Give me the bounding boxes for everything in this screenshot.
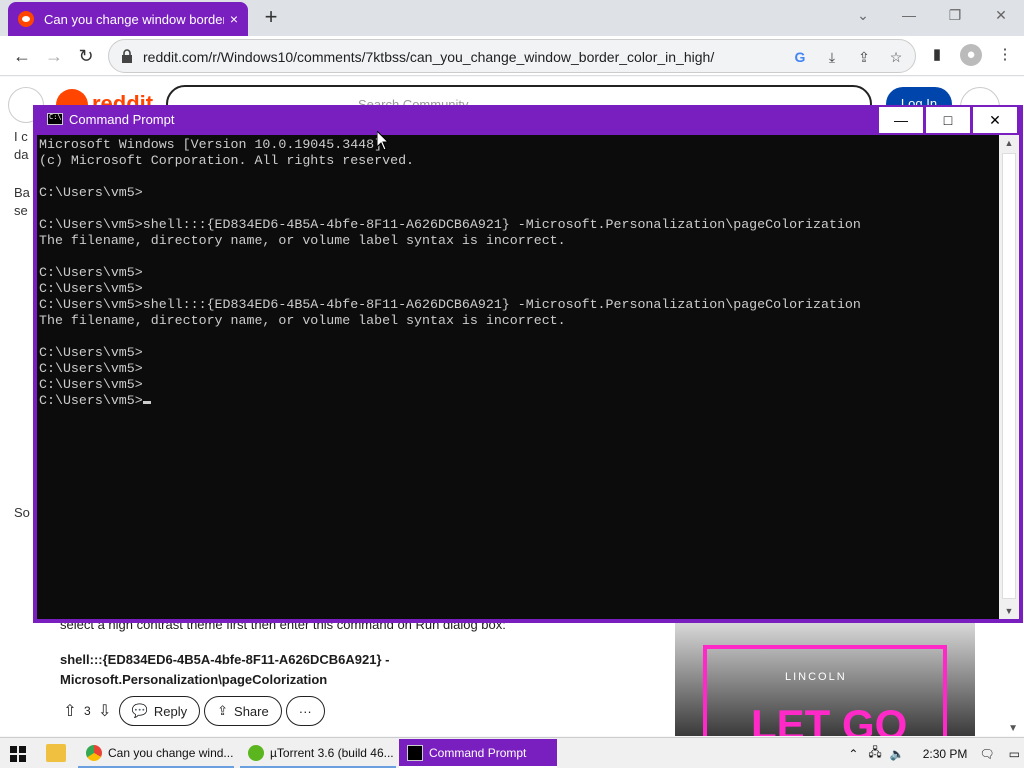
cmd-icon	[47, 113, 63, 125]
address-bar[interactable]: reddit.com/r/Windows10/comments/7ktbss/c…	[108, 39, 916, 73]
console-line: Microsoft Windows [Version 10.0.19045.34…	[39, 137, 383, 152]
console-line: C:\Users\vm5>	[39, 281, 143, 296]
share-icon[interactable]: ⇪	[853, 46, 875, 68]
restore-icon[interactable]: ❐	[932, 0, 978, 32]
back-arrow-icon[interactable]: ←	[10, 44, 34, 68]
install-app-icon[interactable]: ⤓	[821, 46, 843, 68]
clock[interactable]: 2:30 PM	[923, 747, 968, 761]
console-line: C:\Users\vm5>	[39, 361, 143, 376]
cmd-title-bar[interactable]: Command Prompt — □ ✕	[33, 105, 1023, 135]
console-line: The filename, directory name, or volume …	[39, 233, 566, 248]
console-text: Microsoft Windows [Version 10.0.19045.34…	[39, 137, 861, 409]
left-text-fragment: se	[14, 203, 28, 218]
minimize-icon[interactable]: —	[886, 0, 932, 32]
url-text: reddit.com/r/Windows10/comments/7ktbss/c…	[143, 49, 715, 65]
console-scrollbar[interactable]: ▲ ▼	[999, 135, 1019, 619]
maximize-button[interactable]: □	[926, 107, 970, 133]
profile-avatar-icon[interactable]: ●	[960, 44, 982, 66]
tab-close-icon[interactable]: ×	[230, 11, 238, 27]
show-desktop-icon[interactable]: ▭	[1009, 747, 1020, 761]
left-text-fragment: So	[14, 505, 30, 520]
taskbar: Can you change wind... µTorrent 3.6 (bui…	[0, 737, 1024, 768]
tab-title: Can you change window border color in hi…	[44, 11, 224, 27]
console-line: C:\Users\vm5>	[39, 265, 143, 280]
page-scroll-down-icon[interactable]: ▼	[1008, 723, 1018, 734]
comment: select a high contrast theme first then …	[60, 617, 660, 726]
file-explorer-icon[interactable]	[46, 744, 66, 762]
tab-strip: Can you change window border color in hi…	[0, 0, 1024, 36]
system-tray: ⌃ 🖧 🔈 2:30 PM 🗨 ▭	[848, 738, 1024, 768]
cmd-icon	[407, 744, 423, 761]
side-panel-icon[interactable]: ▮	[926, 44, 948, 66]
scroll-up-icon[interactable]: ▲	[999, 135, 1019, 151]
console-line: The filename, directory name, or volume …	[39, 313, 566, 328]
vote-count: 3	[84, 704, 91, 718]
close-button[interactable]: ✕	[973, 107, 1017, 133]
bookmark-star-icon[interactable]: ☆	[885, 46, 907, 68]
reload-icon[interactable]: ↻	[74, 44, 98, 68]
more-button[interactable]: ···	[285, 696, 325, 726]
taskbar-item-label: µTorrent 3.6 (build 46...	[270, 745, 394, 760]
taskbar-item-label: Command Prompt	[429, 745, 527, 760]
reddit-favicon-icon	[18, 11, 34, 27]
share-label: Share	[234, 703, 269, 719]
reply-label: Reply	[153, 703, 188, 719]
console-line: (c) Microsoft Corporation. All rights re…	[39, 153, 415, 168]
forward-arrow-icon[interactable]: →	[42, 44, 66, 68]
lock-icon	[122, 49, 132, 63]
console-line: C:\Users\vm5>	[39, 393, 143, 408]
reply-icon: 💬	[131, 703, 148, 718]
notifications-icon[interactable]: 🗨	[979, 747, 994, 761]
share-button[interactable]: ⇪ Share	[204, 696, 282, 726]
utorrent-icon	[248, 744, 264, 761]
mouse-pointer-icon	[377, 131, 389, 151]
network-icon[interactable]: 🖧	[868, 743, 881, 764]
chrome-menu-icon[interactable]: ⋮	[994, 44, 1016, 66]
text-cursor	[142, 401, 151, 404]
minimize-button[interactable]: —	[879, 107, 923, 133]
upvote-icon[interactable]: ⇧	[60, 701, 80, 721]
share-icon: ⇪	[217, 703, 229, 718]
taskbar-item-cmd[interactable]: Command Prompt	[399, 739, 557, 768]
downvote-icon[interactable]: ⇩	[95, 701, 115, 721]
taskbar-item-utorrent[interactable]: µTorrent 3.6 (build 46...	[240, 739, 396, 768]
cmd-title: Command Prompt	[69, 112, 175, 127]
new-tab-button[interactable]: +	[260, 4, 282, 30]
comment-actions: ⇧ 3 ⇩ 💬 Reply ⇪ Share ···	[60, 696, 660, 726]
left-text-fragment: da	[14, 147, 29, 162]
google-lens-icon[interactable]: G	[789, 46, 811, 68]
scroll-down-icon[interactable]: ▼	[999, 603, 1019, 619]
volume-muted-icon[interactable]: 🔈	[890, 747, 905, 761]
taskbar-item-chrome[interactable]: Can you change wind...	[78, 739, 234, 768]
console-line: C:\Users\vm5>	[39, 377, 143, 392]
tab-search-icon[interactable]: ⌄	[840, 0, 886, 32]
command-prompt-window: Command Prompt — □ ✕ Microsoft Windows […	[33, 105, 1023, 623]
console-line: C:\Users\vm5>shell:::{ED834ED6-4B5A-4bfe…	[39, 217, 861, 232]
reply-button[interactable]: 💬 Reply	[118, 696, 201, 726]
console-line: C:\Users\vm5>	[39, 345, 143, 360]
console-output[interactable]: Microsoft Windows [Version 10.0.19045.34…	[37, 135, 999, 619]
advertisement[interactable]: LINCOLN LET GO	[675, 623, 975, 736]
left-text-fragment: I c	[14, 129, 28, 144]
browser-window-controls: ⌄ — ❐ ✕	[840, 0, 1024, 32]
tray-overflow-icon[interactable]: ⌃	[848, 747, 858, 761]
comment-command: shell:::{ED834ED6-4B5A-4bfe-8F11-A626DCB…	[60, 652, 390, 687]
scroll-thumb[interactable]	[1002, 153, 1016, 599]
tab-reddit[interactable]: Can you change window border color in hi…	[8, 2, 248, 36]
left-text-fragment: Ba	[14, 185, 30, 200]
chrome-icon	[86, 744, 102, 761]
console-line: C:\Users\vm5>	[39, 185, 143, 200]
windows-start-icon[interactable]	[4, 742, 32, 766]
taskbar-item-label: Can you change wind...	[108, 745, 234, 760]
browser-toolbar: ← → ↻ reddit.com/r/Windows10/comments/7k…	[0, 36, 1024, 76]
close-icon[interactable]: ✕	[978, 0, 1024, 32]
ad-brand: LINCOLN	[785, 671, 847, 683]
console-line: C:\Users\vm5>shell:::{ED834ED6-4B5A-4bfe…	[39, 297, 861, 312]
ad-tagline: LET GO	[751, 701, 908, 736]
